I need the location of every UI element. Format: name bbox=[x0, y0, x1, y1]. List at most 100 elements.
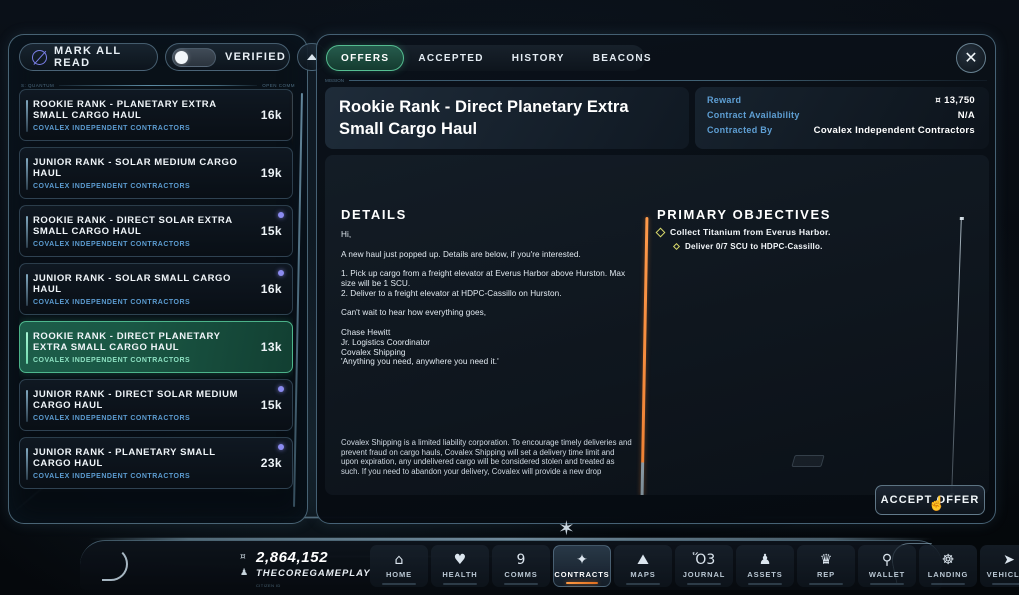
mission-item-reward: 16k bbox=[261, 108, 282, 122]
mission-list-item[interactable]: ROOKIE RANK - DIRECT PLANETARY EXTRA SMA… bbox=[19, 321, 293, 373]
tab-beacons[interactable]: BEACONS bbox=[579, 45, 666, 71]
mission-item-reward: 15k bbox=[261, 224, 282, 238]
signature-title: Jr. Logistics Coordinator bbox=[341, 338, 631, 348]
objective-diamond-icon bbox=[673, 243, 680, 250]
mission-list-item[interactable]: JUNIOR RANK - SOLAR SMALL CARGO HAUL COVA… bbox=[19, 263, 293, 315]
signature-name: Chase Hewitt bbox=[341, 328, 631, 338]
tab-offers[interactable]: OFFERS bbox=[326, 45, 404, 71]
mission-item-contractor: COVALEX INDEPENDENT CONTRACTORS bbox=[33, 473, 253, 480]
unread-indicator-icon bbox=[278, 386, 284, 392]
reward-value: ¤ 13,750 bbox=[935, 95, 975, 106]
mission-item-title: JUNIOR RANK - PLANETARY SMALL CARGO HAUL bbox=[33, 447, 253, 470]
nav-item-label: REP bbox=[817, 570, 835, 579]
nav-item-rep[interactable]: ♛ REP bbox=[797, 545, 855, 587]
close-icon: ✕ bbox=[964, 48, 977, 68]
chat-icon: ὞9 bbox=[517, 553, 526, 567]
nav-item-health[interactable]: ♥ HEALTH bbox=[431, 545, 489, 587]
details-greeting: Hi, bbox=[341, 230, 631, 240]
mission-list-panel: MARK ALL READ VERIFIED S: QUANTUM OPEN C… bbox=[8, 34, 308, 524]
nav-item-label: HEALTH bbox=[442, 570, 477, 579]
mission-item-contractor: COVALEX INDEPENDENT CONTRACTORS bbox=[33, 183, 253, 190]
accept-offer-button[interactable]: ACCEPT OFFER bbox=[875, 485, 985, 515]
contracted-by-value: Covalex Independent Contractors bbox=[814, 125, 975, 136]
item-text-block: ROOKIE RANK - DIRECT SOLAR EXTRA SMALL C… bbox=[33, 215, 253, 248]
heart-icon: ♥ bbox=[454, 553, 467, 567]
nav-item-underbar bbox=[443, 583, 477, 585]
item-accent-tick bbox=[26, 448, 28, 480]
objectives-scrollbar[interactable] bbox=[951, 217, 962, 495]
currency-icon: ¤ bbox=[935, 96, 941, 106]
mission-list-item[interactable]: JUNIOR RANK - DIRECT SOLAR MEDIUM CARGO … bbox=[19, 379, 293, 431]
mission-list-item[interactable]: ROOKIE RANK - DIRECT SOLAR EXTRA SMALL C… bbox=[19, 205, 293, 257]
objectives-list: Collect Titanium from Everus Harbor. Deli… bbox=[657, 227, 947, 256]
nav-item-wallet[interactable]: ⚲ WALLET bbox=[858, 545, 916, 587]
close-button[interactable]: ✕ bbox=[956, 43, 986, 73]
unread-indicator-icon bbox=[278, 212, 284, 218]
nav-item-underbar bbox=[687, 583, 721, 585]
nav-item-landing[interactable]: ☸ LANDING bbox=[919, 545, 977, 587]
mission-item-reward: 19k bbox=[261, 166, 282, 180]
objective-text: Collect Titanium from Everus Harbor. bbox=[670, 227, 831, 237]
signature-company: Covalex Shipping bbox=[341, 348, 631, 358]
player-handle: THECOREGAMEPLAY bbox=[256, 568, 371, 579]
mission-item-contractor: COVALEX INDEPENDENT CONTRACTORS bbox=[33, 125, 253, 132]
bottom-navigation-bar: ¤ 2,864,152 ♟ THECOREGAMEPLAY CITIZEN ID… bbox=[80, 540, 942, 590]
nav-item-home[interactable]: ⌂ HOME bbox=[370, 545, 428, 587]
details-scrollbar[interactable] bbox=[641, 217, 649, 495]
decorative-shape bbox=[791, 455, 824, 467]
page-title: Rookie Rank - Direct Planetary Extra Sma… bbox=[339, 96, 675, 140]
nav-item-comms[interactable]: ὞9 COMMS bbox=[492, 545, 550, 587]
nav-item-contracts[interactable]: ✦ CONTRACTS bbox=[553, 545, 611, 587]
details-text-body: Hi, A new haul just popped up. Details a… bbox=[341, 230, 631, 465]
info-row-contracted-by: Contracted By Covalex Independent Contra… bbox=[707, 125, 975, 140]
mission-item-reward: 15k bbox=[261, 398, 282, 412]
verified-filter-toggle[interactable]: VERIFIED bbox=[165, 43, 290, 71]
nav-item-maps[interactable]: ⛰ MAPS bbox=[614, 545, 672, 587]
objective-row: Deliver 0/7 SCU to HDPC-Cassillo. bbox=[657, 242, 947, 251]
mission-item-reward: 16k bbox=[261, 282, 282, 296]
nav-item-label: VEHICLES bbox=[987, 570, 1019, 579]
mission-item-title: JUNIOR RANK - DIRECT SOLAR MEDIUM CARGO … bbox=[33, 389, 253, 412]
divider-micro-text: MISSION bbox=[325, 78, 344, 83]
nav-item-underbar bbox=[382, 583, 416, 585]
mark-all-read-label: MARK ALL READ bbox=[54, 45, 145, 69]
availability-value: N/A bbox=[958, 110, 975, 121]
nav-item-underbar bbox=[809, 583, 843, 585]
mission-item-contractor: COVALEX INDEPENDENT CONTRACTORS bbox=[33, 357, 253, 364]
mission-info-card: Reward ¤ 13,750 Contract Availability N/… bbox=[695, 87, 989, 149]
nav-item-vehicles[interactable]: ➤ VEHICLES bbox=[980, 545, 1019, 587]
unread-indicator-icon bbox=[278, 444, 284, 450]
nav-item-underbar bbox=[992, 583, 1019, 585]
nav-item-journal[interactable]: Ὅ3 JOURNAL bbox=[675, 545, 733, 587]
tab-history[interactable]: HISTORY bbox=[498, 45, 579, 71]
divider-line bbox=[59, 85, 257, 86]
nav-bar-left-arc bbox=[102, 547, 128, 581]
mission-detail-panel: OFFERS ACCEPTED HISTORY BEACONS ✕ MISSION R… bbox=[316, 34, 996, 524]
nav-item-label: JOURNAL bbox=[683, 570, 726, 579]
contracts-overlay-icon: ✶ bbox=[558, 518, 584, 542]
mark-read-icon bbox=[32, 50, 47, 65]
divider-line bbox=[349, 80, 987, 81]
item-text-block: JUNIOR RANK - PLANETARY SMALL CARGO HAUL… bbox=[33, 447, 253, 480]
user-icon: ♟ bbox=[240, 568, 250, 578]
nav-item-label: HOME bbox=[386, 570, 412, 579]
mission-list-item[interactable]: JUNIOR RANK - PLANETARY SMALL CARGO HAUL… bbox=[19, 437, 293, 489]
mission-list-item[interactable]: ROOKIE RANK - PLANETARY EXTRA SMALL CARG… bbox=[19, 89, 293, 141]
mission-list-scrollbar[interactable] bbox=[293, 93, 303, 507]
mark-all-read-button[interactable]: MARK ALL READ bbox=[19, 43, 158, 71]
mission-list[interactable]: ROOKIE RANK - PLANETARY EXTRA SMALL CARG… bbox=[19, 89, 293, 509]
tab-accepted[interactable]: ACCEPTED bbox=[404, 45, 497, 71]
item-text-block: ROOKIE RANK - PLANETARY EXTRA SMALL CARG… bbox=[33, 99, 253, 132]
item-accent-tick bbox=[26, 100, 28, 132]
mission-list-item[interactable]: JUNIOR RANK - SOLAR MEDIUM CARGO HAUL COV… bbox=[19, 147, 293, 199]
verified-toggle-switch[interactable] bbox=[172, 48, 216, 67]
nav-item-label: WALLET bbox=[869, 570, 905, 579]
details-heading: DETAILS bbox=[341, 207, 407, 222]
journal-icon: Ὅ3 bbox=[693, 553, 716, 567]
credits-value: 2,864,152 bbox=[256, 549, 328, 566]
item-accent-tick bbox=[26, 216, 28, 248]
nav-item-assets[interactable]: ♟ ASSETS bbox=[736, 545, 794, 587]
toggle-knob bbox=[175, 51, 188, 64]
rep-icon: ♛ bbox=[820, 553, 833, 567]
nav-item-list: ⌂ HOME ♥ HEALTH ὞9 COMMS ✦ CONTRACTS ⛰ MAPS Ὅ3 JOUR… bbox=[370, 545, 1019, 587]
